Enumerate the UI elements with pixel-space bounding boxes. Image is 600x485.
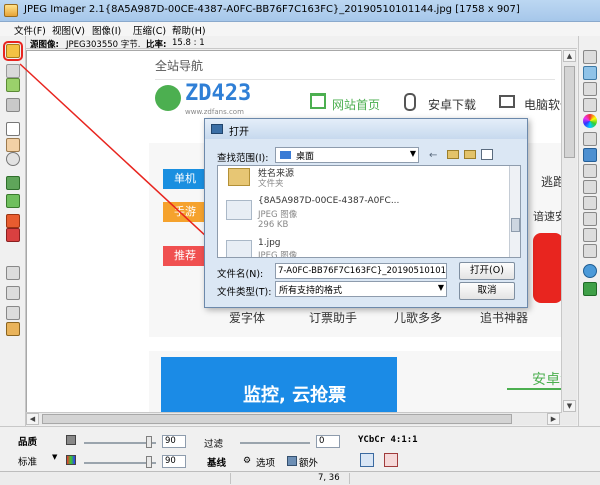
jpeg-thumb-icon [226, 200, 252, 220]
chroma-left-icon[interactable] [360, 453, 374, 467]
dialog-icon [211, 124, 223, 134]
cancel-button[interactable]: 取消 [459, 282, 515, 300]
file-list-scrollbar[interactable] [509, 166, 520, 257]
open-dialog: 打开 查找范围(I): 桌面 ▼ ← 姓名来源 文件夹 {8A5A987D-00… [204, 118, 528, 308]
folder-up-icon[interactable] [447, 150, 459, 159]
filter-spin[interactable]: 0 [316, 435, 340, 448]
color-icon-small [66, 455, 76, 465]
look-in-combo[interactable]: 桌面 ▼ [275, 147, 419, 163]
file-item-type-0: 文件夹 [258, 179, 284, 189]
chroma-right-icon[interactable] [384, 453, 398, 467]
extra-icon [287, 456, 297, 466]
file-item-name-2[interactable]: 1.jpg [258, 238, 281, 248]
filetype-label: 文件类型(T): [217, 287, 272, 298]
quality-spin[interactable]: 90 [162, 435, 186, 448]
file-list[interactable]: 姓名来源 文件夹 {8A5A987D-00CE-4387-A0FC... JPE… [217, 165, 521, 258]
filetype-chevron-down-icon[interactable]: ▼ [438, 283, 444, 292]
file-list-scroll-thumb[interactable] [511, 218, 520, 232]
file-item-type-1: JPEG 图像 [258, 210, 298, 220]
file-item-name-1[interactable]: {8A5A987D-00CE-4387-A0FC... [258, 196, 399, 206]
options-gear-icon[interactable]: ⚙ [243, 456, 251, 466]
standard-spin[interactable]: 90 [162, 455, 186, 468]
options-button[interactable]: 选项 [256, 455, 275, 469]
folder-icon [228, 168, 250, 186]
jpeg-thumb-icon-2 [226, 240, 252, 257]
grayscale-icon [66, 435, 76, 445]
desktop-icon [280, 151, 291, 159]
look-in-label: 查找范围(I): [217, 153, 269, 164]
quality-label: 品质 [18, 437, 38, 448]
bottom-controls: 品质 标准 ▼ 90 90 过滤 0 基线 ⚙ 选项 额外 YCbCr 4:1:… [0, 426, 600, 471]
look-in-value: 桌面 [296, 152, 315, 162]
standard-dropdown-icon[interactable]: ▼ [52, 453, 57, 461]
filter-label: 过滤 [204, 439, 224, 450]
new-folder-icon[interactable] [464, 150, 476, 159]
filetype-value: 所有支持的格式 [279, 286, 343, 296]
chevron-down-icon[interactable]: ▼ [410, 149, 416, 158]
view-menu-icon[interactable] [481, 149, 493, 160]
file-item-size-1: 296 KB [258, 220, 289, 230]
standard-slider-thumb[interactable] [146, 456, 152, 468]
filename-label: 文件名(N): [217, 269, 264, 280]
color-mode: YCbCr 4:1:1 [358, 435, 418, 445]
standard-label: 标准 [18, 457, 38, 468]
extra-button[interactable]: 额外 [299, 455, 318, 469]
file-item-type-2: JPEG 图像 [258, 251, 298, 258]
dialog-titlebar: 打开 [205, 119, 527, 139]
dialog-title: 打开 [229, 127, 249, 138]
status-bar: 7, 36 [0, 471, 600, 485]
filetype-combo[interactable]: 所有支持的格式 ▼ [275, 281, 447, 297]
nav-back-icon[interactable]: ← [429, 150, 437, 161]
quality-slider-thumb[interactable] [146, 436, 152, 448]
cursor-coords: 7, 36 [318, 473, 340, 483]
filename-input[interactable]: 7-A0FC-BB76F7C163FC}_20190510101144.jpg [275, 263, 447, 279]
baseline-button[interactable]: 基线 [207, 455, 226, 469]
open-button[interactable]: 打开(O) [459, 262, 515, 280]
filter-slider[interactable] [240, 442, 310, 444]
